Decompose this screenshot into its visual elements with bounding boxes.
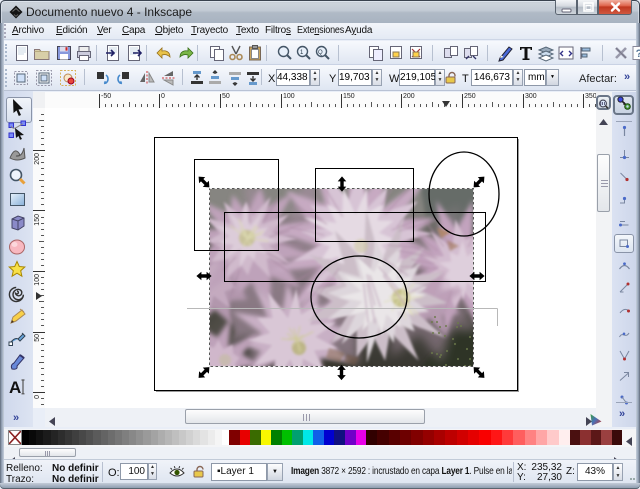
svg-text:?: ? xyxy=(636,48,640,60)
svg-text:A: A xyxy=(9,378,21,397)
svg-text:Q: Q xyxy=(318,50,323,56)
